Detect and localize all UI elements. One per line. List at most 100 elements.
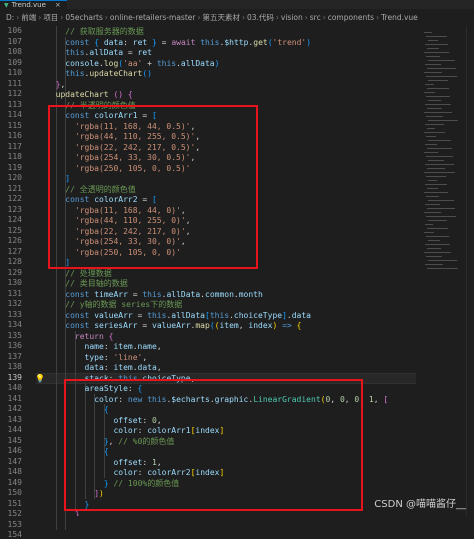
breadcrumb-item[interactable]: 03.代码 — [247, 13, 274, 22]
code-line[interactable]: updateChart () { — [56, 89, 133, 100]
code-line[interactable]: stack: this.choiceType, — [85, 373, 196, 384]
minimap-line — [425, 44, 448, 45]
code-line[interactable]: 'rgba(11, 168, 44, 0.5)', — [75, 121, 195, 132]
code-line[interactable]: const { data: ret } = await this.$http.g… — [65, 37, 311, 48]
code-line[interactable]: data: item.data, — [85, 362, 162, 373]
code-line[interactable]: { — [104, 404, 109, 415]
breadcrumb-item[interactable]: vision — [281, 13, 303, 22]
lightbulb-icon[interactable]: 💡 — [35, 374, 45, 383]
breadcrumb-separator: › — [322, 13, 326, 22]
code-line[interactable]: 'rgba(44, 110, 255, 0.5)', — [75, 131, 200, 142]
code-line[interactable]: 'rgba(254, 33, 30, 0.5)', — [75, 152, 195, 163]
breadcrumb-separator: › — [376, 13, 380, 22]
line-number: 106 — [7, 26, 22, 35]
breadcrumb: D: › 前端 › 项目 › 05echarts › online-retailers-mast… — [0, 9, 474, 26]
code-line[interactable]: 'rgba(22, 242, 217, 0.5)', — [75, 142, 200, 153]
minimap-line — [426, 96, 450, 97]
line-number: 121 — [7, 183, 22, 193]
code-line[interactable]: color: colorArr1[index] — [113, 425, 224, 436]
code-line[interactable]: // y轴的数据 series下的数据 — [65, 299, 182, 310]
code-editor[interactable]: 106 107 108 109 110 111 112 113 114 115 116 117 118 1… — [0, 26, 474, 539]
code-line[interactable]: { — [104, 446, 109, 457]
code-line[interactable]: this.updateChart() — [65, 68, 152, 79]
breadcrumb-item[interactable]: 项目 — [43, 13, 58, 22]
breadcrumb-separator: › — [104, 13, 108, 22]
code-line[interactable]: // 处理数据 — [65, 268, 111, 279]
minimap-line — [425, 144, 437, 145]
breadcrumb-separator: › — [304, 13, 308, 22]
code-line[interactable]: ]) — [94, 488, 104, 499]
line-number: 111 — [7, 78, 22, 88]
code-line[interactable]: 'rgba(250, 105, 0, 0)' — [75, 247, 181, 258]
minimap-line — [427, 68, 456, 69]
line-number: 153 — [7, 519, 22, 529]
code-line[interactable]: ] — [65, 173, 70, 184]
line-number: 128 — [7, 257, 22, 266]
code-line[interactable]: 'rgba(254, 33, 30, 0)', — [75, 236, 186, 247]
minimap-line — [426, 56, 440, 57]
code-line[interactable]: // 全透明的颜色值 — [65, 184, 135, 195]
code-line[interactable]: const timeArr = this.allData.common.mont… — [65, 289, 263, 300]
line-number: 131 — [7, 288, 22, 298]
code-line[interactable]: 'rgba(44, 110, 255, 0)', — [75, 215, 191, 226]
minimap-line — [428, 80, 448, 81]
vertical-scrollbar[interactable] — [466, 26, 474, 516]
code-line[interactable]: // 类目轴的数据 — [65, 278, 127, 289]
code-area[interactable]: // 获取服务器的数据 const { data: ret } = await t… — [46, 26, 416, 516]
code-line[interactable]: color: new this.$echarts.graphic.LinearG… — [94, 394, 388, 405]
code-line[interactable]: this.allData = ret — [65, 47, 152, 58]
code-line[interactable]: const seriesArr = valueArr.map((item, in… — [65, 320, 301, 331]
line-number-gutter: 106 107 108 109 110 111 112 113 114 115 116 117 118 1… — [0, 26, 36, 539]
line-number: 145 — [7, 435, 22, 445]
line-number: 134 — [7, 320, 22, 329]
minimap-line — [424, 72, 442, 73]
breadcrumb-item[interactable]: online-retailers-master — [110, 13, 196, 22]
line-number: 125 — [7, 225, 22, 235]
line-number: 107 — [7, 36, 22, 46]
minimap-line — [425, 124, 444, 125]
code-line[interactable]: name: item.name, — [85, 341, 162, 352]
code-line[interactable]: color: colorArr2[index] — [113, 467, 224, 478]
line-number: 132 — [7, 299, 22, 308]
code-line[interactable]: 'rgba(22, 242, 217, 0)', — [75, 226, 191, 237]
code-line[interactable]: ] — [65, 257, 70, 268]
code-line[interactable]: // 获取服务器的数据 — [65, 26, 143, 37]
minimap-line — [428, 140, 451, 141]
code-line[interactable]: 'rgba(11, 168, 44, 0)', — [75, 205, 186, 216]
code-line[interactable]: }, — [56, 79, 66, 90]
minimap-line — [427, 188, 438, 189]
breadcrumb-item[interactable]: Trend.vue — [381, 13, 418, 22]
code-line[interactable]: const colorArr1 = [ — [65, 110, 157, 121]
minimap-line — [427, 48, 439, 49]
code-line[interactable]: const valueArr = this.allData[this.choic… — [65, 310, 311, 321]
code-line[interactable]: } // 100%的颜色值 — [104, 478, 179, 489]
line-number: 118 — [7, 152, 22, 161]
code-line[interactable]: } — [85, 499, 90, 510]
breadcrumb-item[interactable]: components — [328, 13, 374, 22]
minimap-line — [426, 136, 436, 137]
minimap[interactable] — [424, 26, 464, 516]
code-line[interactable]: const colorArr2 = [ — [65, 194, 157, 205]
code-line[interactable]: offset: 1, — [113, 457, 161, 468]
code-line[interactable]: }, // %0的颜色值 — [104, 436, 175, 447]
breadcrumb-item[interactable]: 前端 — [21, 13, 36, 22]
code-line[interactable]: console.log('aa' + this.allData) — [65, 58, 219, 69]
code-line[interactable]: } — [75, 509, 80, 516]
tab-trend-vue[interactable]: ▼ Trend.vue × — [0, 0, 67, 9]
code-line[interactable]: 'rgba(250, 105, 0, 0.5)' — [75, 163, 191, 174]
line-number: 117 — [7, 141, 22, 151]
line-number: 149 — [7, 477, 22, 487]
code-line[interactable]: return { — [75, 331, 114, 342]
breadcrumb-item[interactable]: src — [310, 13, 321, 22]
line-number: 143 — [7, 414, 22, 424]
line-number: 126 — [7, 236, 22, 245]
code-line[interactable]: type: 'line', — [85, 352, 148, 363]
minimap-line — [428, 40, 438, 41]
breadcrumb-item[interactable]: 05echarts — [65, 13, 103, 22]
minimap-line — [424, 132, 445, 133]
code-line[interactable]: areaStyle: { — [85, 383, 143, 394]
code-line[interactable]: offset: 0, — [113, 415, 161, 426]
minimap-line — [426, 36, 447, 37]
breadcrumb-item[interactable]: 第五天素材 — [202, 13, 240, 22]
code-line[interactable]: // 半透明的颜色值 — [65, 100, 135, 111]
